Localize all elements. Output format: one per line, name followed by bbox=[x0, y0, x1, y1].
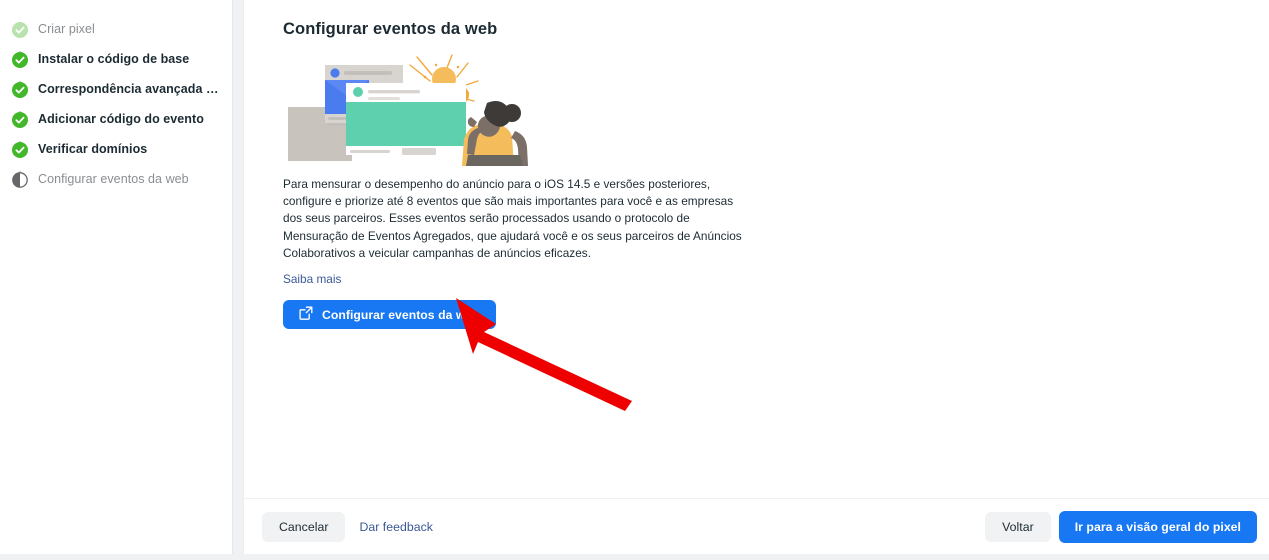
check-circle-icon bbox=[12, 22, 28, 38]
check-circle-icon bbox=[12, 82, 28, 98]
description-text: Para mensurar o desempenho do anúncio pa… bbox=[283, 177, 742, 260]
sidebar-step-criar-pixel[interactable]: Criar pixel bbox=[12, 20, 232, 50]
bottom-strip bbox=[0, 554, 1269, 560]
content-card: Configurar eventos da web Para mensurar … bbox=[244, 0, 1269, 498]
panel-divider bbox=[232, 0, 244, 554]
sidebar-step-label: Criar pixel bbox=[38, 22, 95, 36]
check-circle-icon bbox=[12, 52, 28, 68]
learn-more-link[interactable]: Saiba mais bbox=[283, 272, 341, 286]
half-circle-icon bbox=[12, 172, 28, 188]
sidebar-step-instalar-codigo-base[interactable]: Instalar o código de base bbox=[12, 50, 232, 80]
check-circle-icon bbox=[12, 142, 28, 158]
cancel-button[interactable]: Cancelar bbox=[262, 511, 346, 542]
go-to-pixel-overview-button[interactable]: Ir para a visão geral do pixel bbox=[1058, 510, 1257, 543]
back-button[interactable]: Voltar bbox=[985, 511, 1051, 542]
sidebar-step-adicionar-codigo-evento[interactable]: Adicionar código do evento bbox=[12, 110, 232, 140]
external-link-icon bbox=[299, 306, 313, 323]
footer-right-actions: Voltar Ir para a visão geral do pixel bbox=[985, 510, 1257, 543]
wizard-body: Criar pixel Instalar o código de base Co… bbox=[0, 0, 1269, 554]
wizard-footer: Cancelar Dar feedback Voltar Ir para a v… bbox=[244, 498, 1269, 554]
cta-label: Configurar eventos da web bbox=[322, 307, 480, 322]
configurar-eventos-da-web-button[interactable]: Configurar eventos da web bbox=[283, 300, 496, 330]
sidebar-step-label: Configurar eventos da web bbox=[38, 172, 189, 186]
sidebar-step-configurar-eventos-web[interactable]: Configurar eventos da web bbox=[12, 170, 232, 200]
sidebar-step-label: Instalar o código de base bbox=[38, 52, 190, 66]
page-title: Configurar eventos da web bbox=[283, 20, 498, 38]
sidebar-step-correspondencia-avancada[interactable]: Correspondência avançada automát… bbox=[12, 80, 232, 110]
pixel-setup-wizard: Criar pixel Instalar o código de base Co… bbox=[0, 0, 1269, 560]
footer-left-actions: Cancelar Dar feedback bbox=[262, 511, 439, 542]
sidebar-step-label: Verificar domínios bbox=[38, 142, 148, 156]
person-viewing-web-events-illustration bbox=[282, 51, 562, 166]
setup-steps-sidebar: Criar pixel Instalar o código de base Co… bbox=[0, 0, 232, 554]
steps-list: Criar pixel Instalar o código de base Co… bbox=[0, 20, 232, 200]
main-content-panel: Configurar eventos da web Para mensurar … bbox=[244, 0, 1269, 554]
feedback-button[interactable]: Dar feedback bbox=[353, 512, 439, 542]
check-circle-icon bbox=[12, 112, 28, 128]
sidebar-step-verificar-dominios[interactable]: Verificar domínios bbox=[12, 140, 232, 170]
sidebar-step-label: Adicionar código do evento bbox=[38, 112, 204, 126]
sidebar-step-label: Correspondência avançada automát… bbox=[38, 82, 223, 96]
